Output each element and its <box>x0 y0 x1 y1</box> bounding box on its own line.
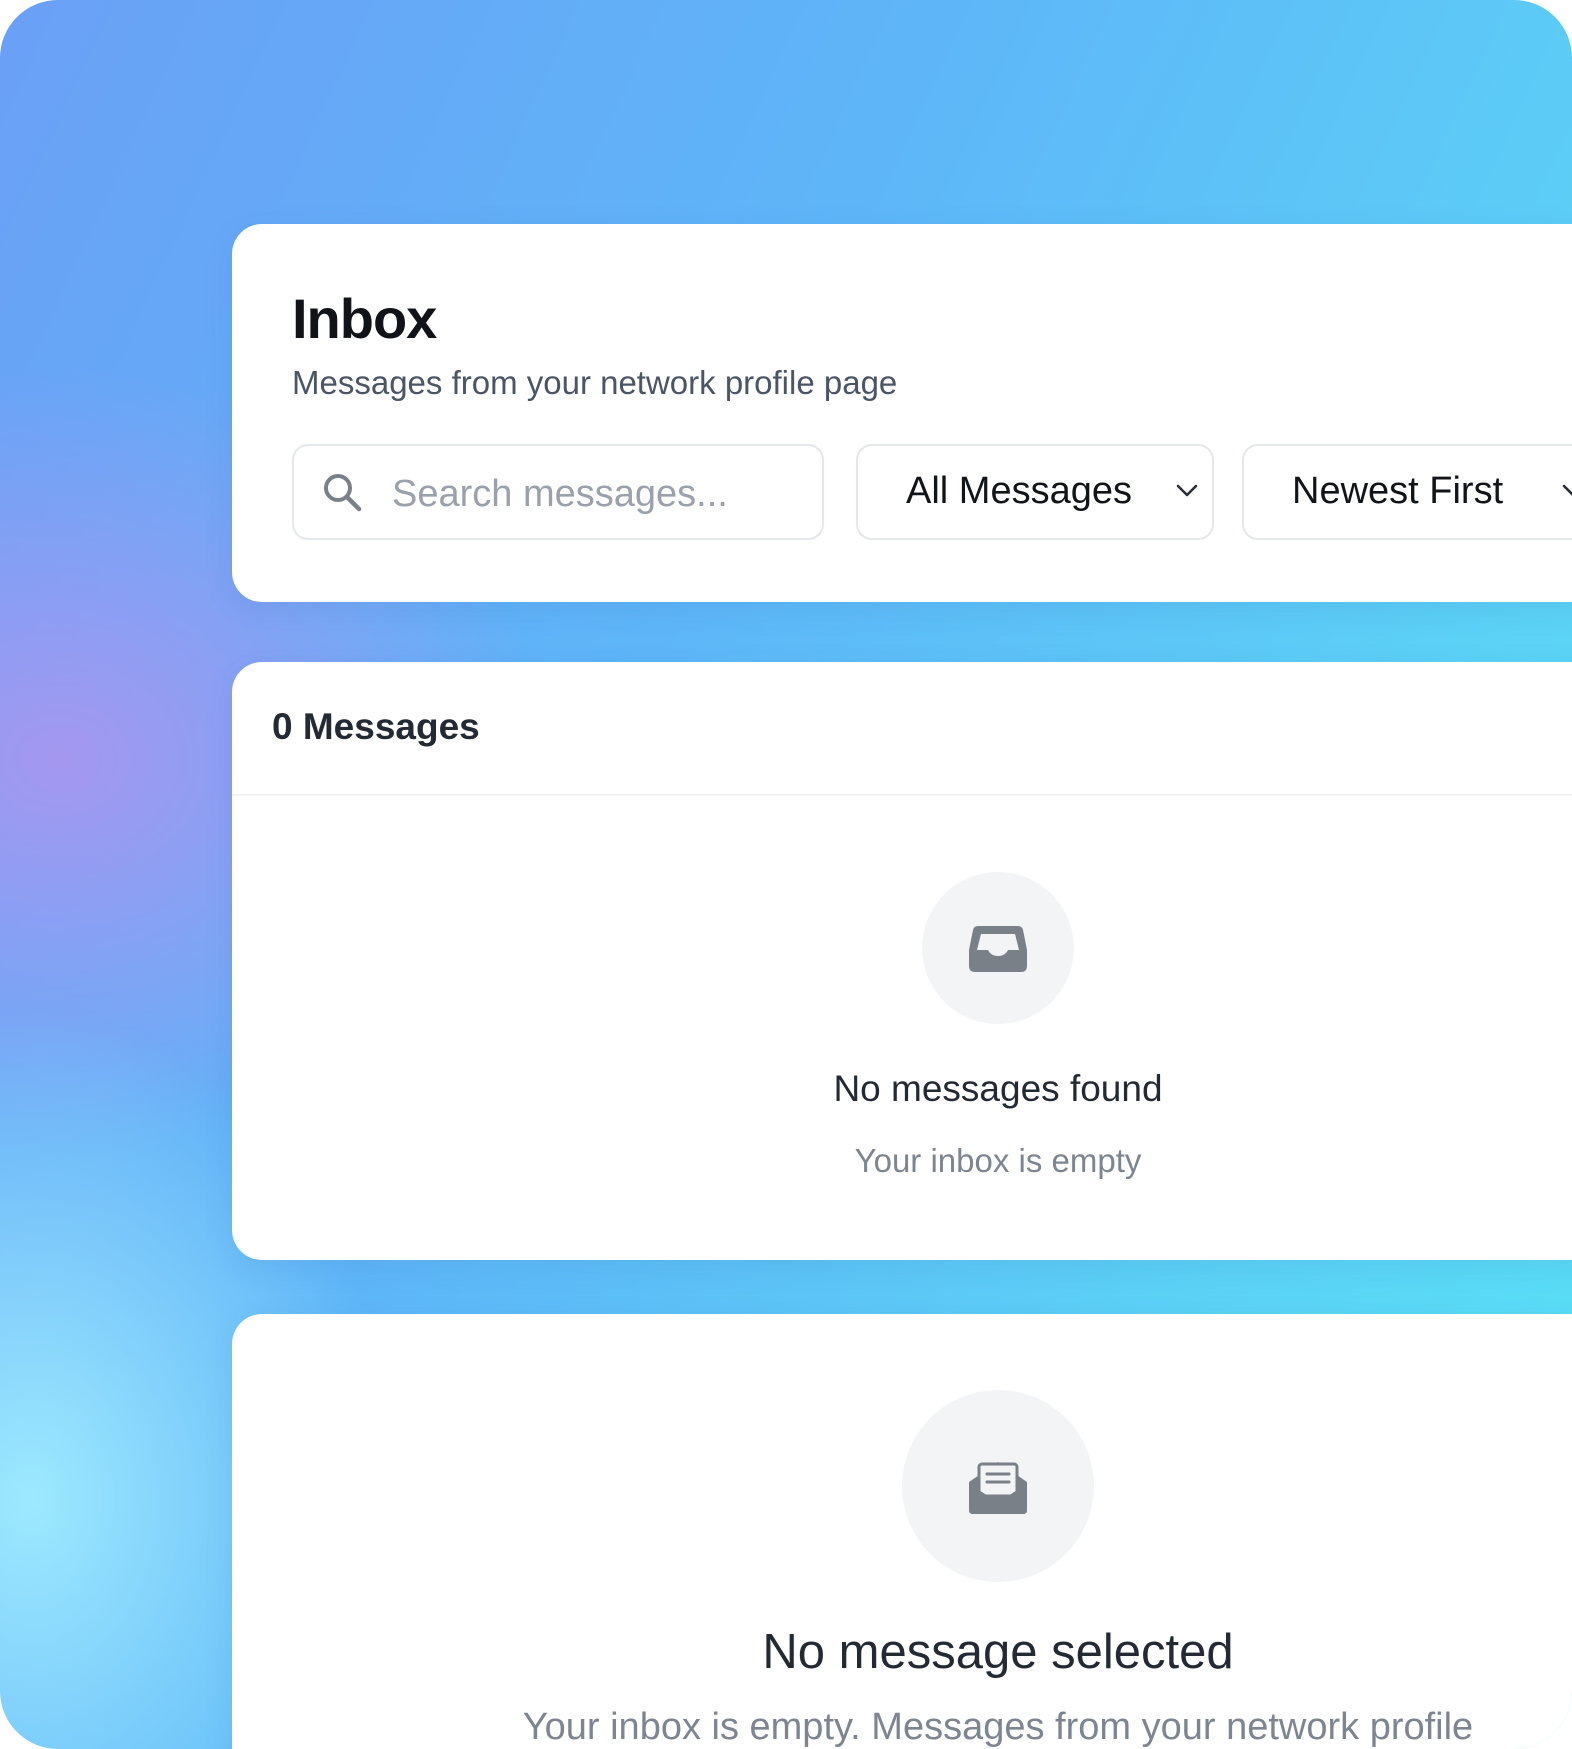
search-input[interactable] <box>390 464 804 524</box>
filter-select[interactable]: All Messages <box>856 444 1214 540</box>
open-envelope-icon <box>969 1462 1027 1514</box>
page-subtitle: Messages from your network profile page <box>292 364 898 401</box>
search-box[interactable] <box>292 444 824 540</box>
empty-list-subtitle: Your inbox is empty <box>854 1142 1142 1179</box>
chevron-down-icon <box>1176 484 1198 497</box>
empty-list-title: No messages found <box>833 1068 1163 1109</box>
message-list-card: 0 Messages No messages found Your inbox … <box>232 662 1572 1260</box>
inbox-header-card: Inbox Messages from your network profile… <box>232 224 1572 602</box>
message-detail-card: No message selected Your inbox is empty.… <box>232 1314 1572 1749</box>
sort-select-value: Newest First <box>1292 470 1504 512</box>
sort-select[interactable]: Newest First <box>1242 444 1572 540</box>
app-background: Inbox Messages from your network profile… <box>0 0 1572 1749</box>
list-divider <box>232 794 1572 796</box>
inbox-tray-icon <box>969 926 1027 972</box>
empty-detail-title: No message selected <box>762 1625 1234 1679</box>
message-count: 0 Messages <box>272 706 480 747</box>
filter-select-value: All Messages <box>906 470 1132 512</box>
chevron-down-icon <box>1562 484 1572 496</box>
page-title: Inbox <box>292 287 437 350</box>
search-icon <box>324 474 362 512</box>
empty-detail-subtitle: Your inbox is empty. Messages from your … <box>522 1706 1474 1748</box>
empty-list-icon-wrapper <box>922 872 1074 1024</box>
empty-detail-icon-wrapper <box>902 1390 1094 1582</box>
